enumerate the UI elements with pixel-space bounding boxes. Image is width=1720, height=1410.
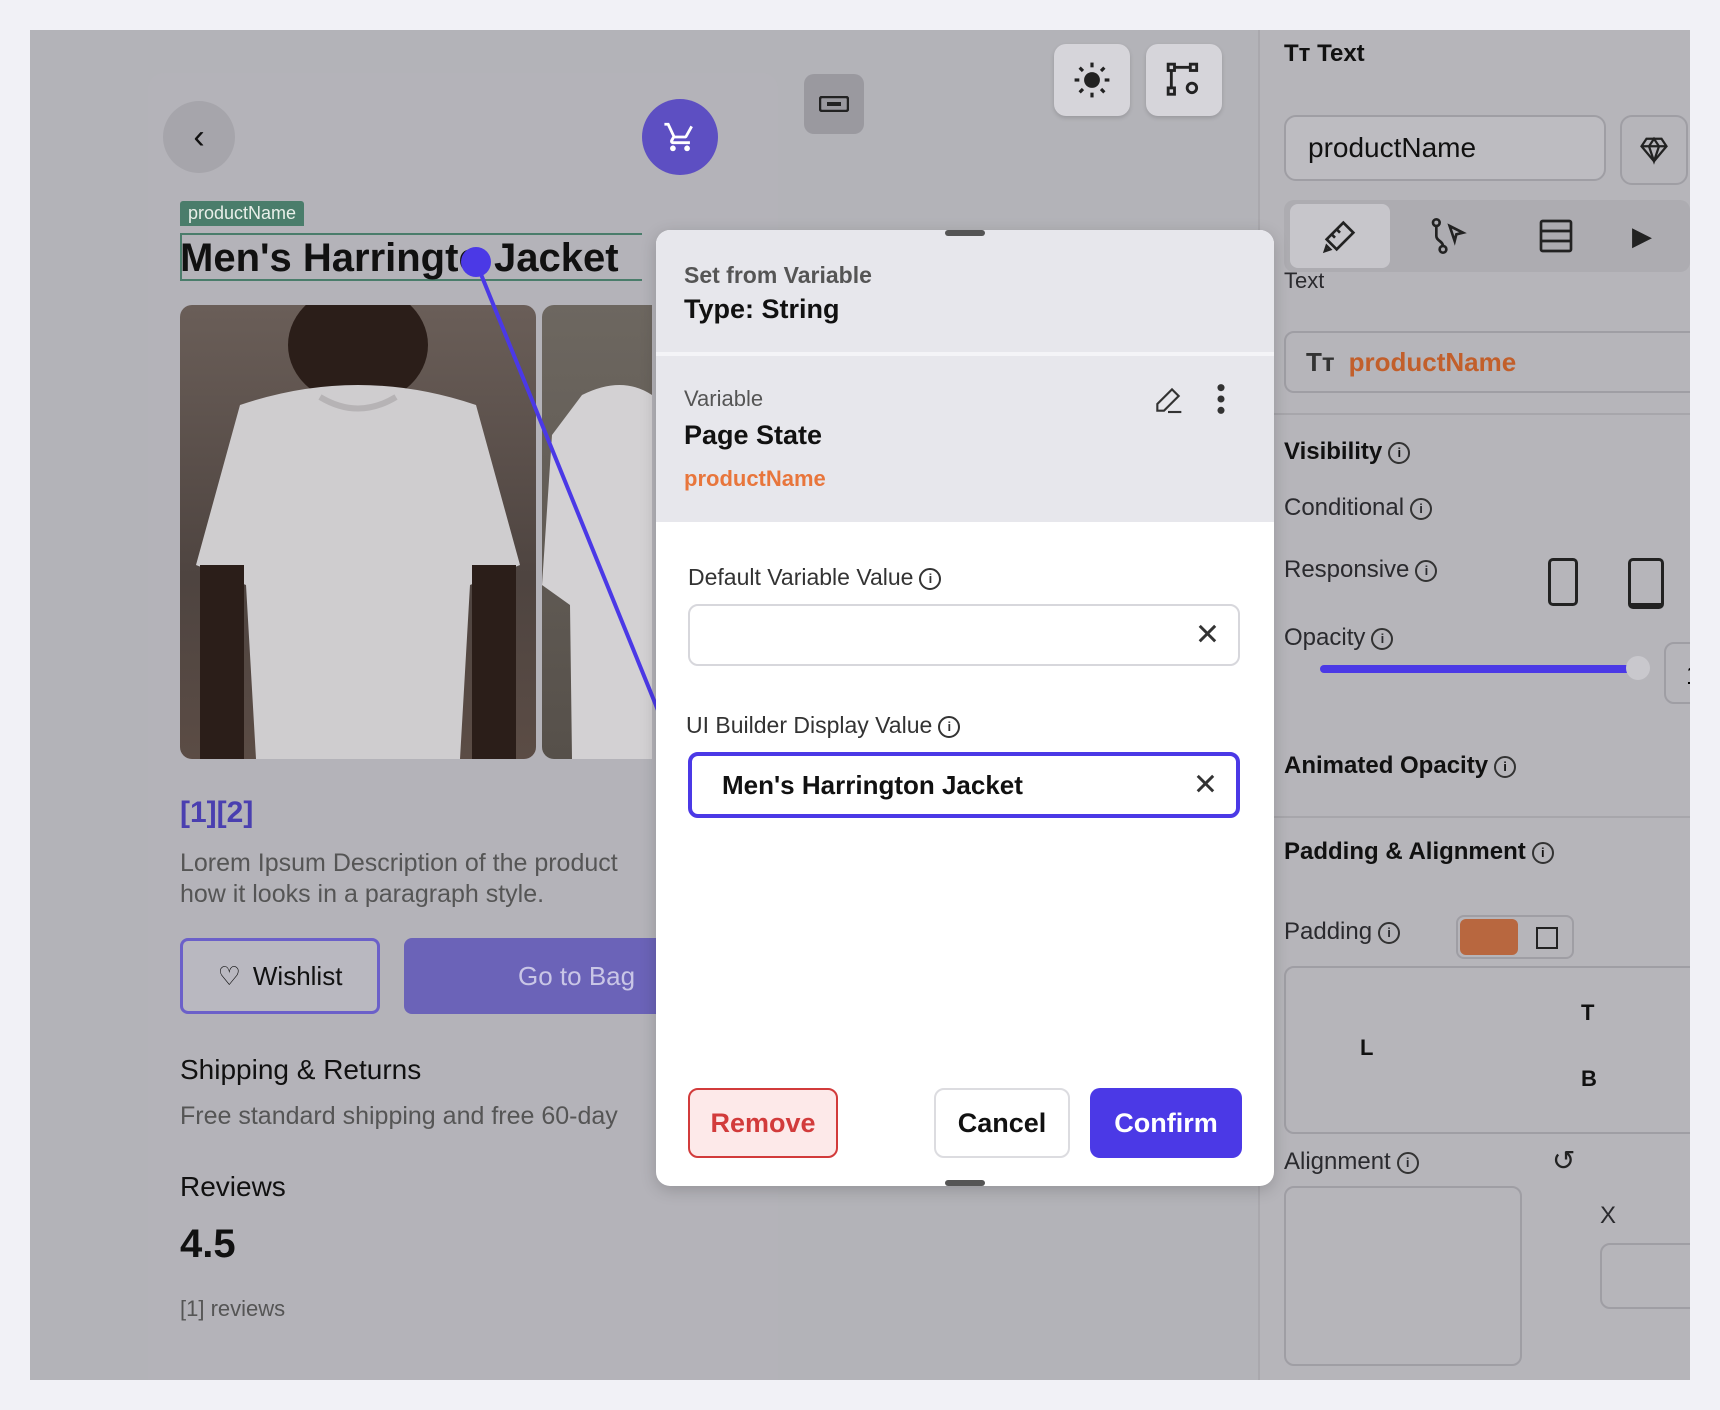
workspace: ‹ productName Men's Harringto Jacket [1]…: [30, 30, 1690, 1380]
remove-button[interactable]: Remove: [688, 1088, 838, 1158]
clear-icon[interactable]: ✕: [1195, 618, 1220, 653]
cancel-button[interactable]: Cancel: [934, 1088, 1070, 1158]
padding-top-label: T: [1581, 1000, 1595, 1025]
edit-icon[interactable]: [1152, 384, 1184, 416]
x-alignment-input[interactable]: [1600, 1243, 1690, 1309]
info-icon: i: [1378, 921, 1401, 944]
info-icon: i: [1494, 755, 1517, 778]
wishlist-button[interactable]: ♡ Wishlist: [180, 938, 380, 1014]
binding-connector: [461, 247, 668, 731]
padding-single-option[interactable]: [1536, 927, 1558, 949]
clear-icon[interactable]: ✕: [1193, 768, 1218, 803]
padding-bottom-label: B: [1581, 1066, 1597, 1091]
tab-properties[interactable]: [1290, 204, 1390, 268]
info-icon: i: [1396, 1151, 1419, 1174]
drag-handle-top[interactable]: [945, 230, 985, 236]
bound-variable-text: productName: [1348, 346, 1517, 377]
text-section-label: Text: [1284, 268, 1325, 290]
divider: [1258, 816, 1690, 818]
alignment-label: Alignment i: [1284, 1148, 1419, 1176]
text-type-icon: Tт: [1306, 346, 1335, 377]
padding-all-option[interactable]: [1460, 919, 1518, 955]
database-icon: [1539, 219, 1573, 253]
padding-mode-toggle: [1456, 915, 1574, 959]
graph-settings-button[interactable]: [1146, 44, 1222, 116]
widget-name-input[interactable]: productName: [1284, 115, 1606, 181]
padding-label: Padding i: [1284, 918, 1401, 946]
design-tools-icon: [1322, 220, 1356, 254]
info-icon: i: [1531, 841, 1554, 864]
alignment-grid[interactable]: [1284, 1186, 1522, 1366]
keyboard-icon: [819, 96, 849, 112]
opacity-value-input[interactable]: 1: [1664, 642, 1690, 704]
conditional-label[interactable]: Conditional i: [1284, 494, 1433, 522]
review-count: [1] reviews: [180, 1296, 286, 1321]
variable-source: Page State: [684, 420, 823, 450]
display-value-text: Men's Harrington Jacket: [722, 770, 1023, 800]
dialog-header: [656, 230, 1274, 352]
reviews-title: Reviews: [180, 1171, 286, 1202]
visibility-heading: Visibility i: [1284, 438, 1411, 466]
info-icon: i: [938, 715, 961, 738]
padding-alignment-heading: Padding & Alignment i: [1284, 838, 1554, 866]
wishlist-label: Wishlist: [252, 960, 343, 991]
display-value-label: UI Builder Display Value i: [686, 712, 961, 739]
theme-toggle-button[interactable]: [1054, 44, 1130, 116]
confirm-button[interactable]: Confirm: [1090, 1088, 1242, 1158]
tab-more[interactable]: ▶: [1602, 204, 1682, 268]
opacity-slider-track[interactable]: [1320, 665, 1640, 673]
shipping-text: Free standard shipping and free 60-day: [180, 1102, 618, 1130]
set-from-variable-dialog: Set from Variable Type: String Variable …: [656, 230, 1274, 1186]
image-pager[interactable]: [1][2]: [180, 796, 253, 830]
default-value-input[interactable]: ✕: [688, 604, 1240, 666]
opacity-label: Opacity i: [1284, 624, 1394, 652]
diamond-icon: [1640, 136, 1668, 165]
action-flow-icon: [1431, 218, 1467, 254]
variable-label: Variable: [684, 386, 764, 411]
keyboard-toggle-button[interactable]: [804, 74, 864, 134]
heart-icon: ♡: [217, 960, 241, 991]
go-to-bag-button[interactable]: Go to Bag: [404, 938, 664, 1014]
panel-header: Tт Text: [1284, 40, 1365, 67]
drag-handle-bottom[interactable]: [945, 1180, 985, 1186]
text-type-icon: Tт: [1284, 40, 1311, 67]
type-label: Type: String: [684, 294, 840, 324]
x-axis-label: X: [1600, 1202, 1617, 1229]
info-icon: i: [1388, 441, 1411, 464]
rating-value: 4.5: [180, 1222, 236, 1266]
reset-icon[interactable]: ↺: [1552, 1144, 1575, 1177]
gem-button[interactable]: [1620, 115, 1688, 185]
go-to-bag-label: Go to Bag: [518, 960, 636, 991]
text-value-field[interactable]: Tт productName: [1284, 331, 1690, 393]
divider: [1258, 413, 1690, 415]
default-value-label: Default Variable Value i: [688, 564, 942, 591]
sun-icon: [1074, 62, 1110, 98]
tab-backend-query[interactable]: [1506, 204, 1606, 268]
tab-actions[interactable]: [1398, 204, 1498, 268]
info-icon: i: [1371, 627, 1394, 650]
more-vertical-icon[interactable]: [1214, 382, 1228, 416]
padding-left-label: L: [1360, 1035, 1374, 1060]
product-description: Lorem Ipsum Description of the product h…: [180, 849, 618, 908]
animated-opacity-heading: Animated Opacity i: [1284, 752, 1517, 780]
display-value-input[interactable]: Men's Harrington Jacket ✕: [688, 752, 1240, 818]
shipping-title: Shipping & Returns: [180, 1054, 422, 1085]
variable-name: productName: [684, 466, 826, 491]
responsive-label: Responsive i: [1284, 556, 1438, 584]
phone-visibility-toggle[interactable]: [1548, 558, 1578, 606]
padding-editor[interactable]: [1284, 966, 1690, 1134]
info-icon: i: [1415, 559, 1438, 582]
info-icon: i: [1410, 497, 1433, 520]
panel-tabs: ▶: [1284, 200, 1690, 272]
opacity-slider-thumb[interactable]: [1626, 656, 1650, 680]
info-icon: i: [919, 567, 942, 590]
play-icon: ▶: [1632, 220, 1652, 251]
graph-settings-icon: [1166, 62, 1199, 96]
set-from-label: Set from Variable: [684, 262, 872, 288]
tablet-visibility-toggle[interactable]: [1628, 558, 1664, 609]
